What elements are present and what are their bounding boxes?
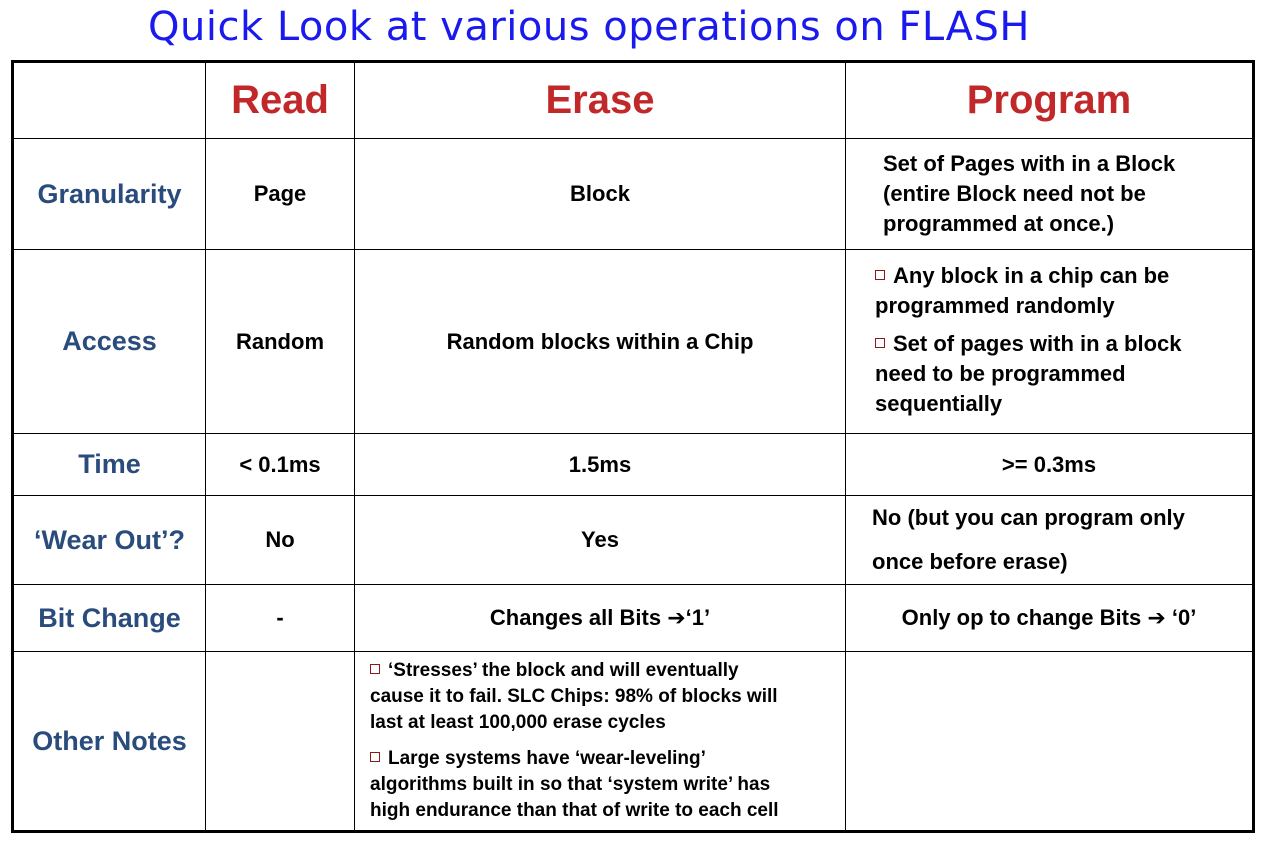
granularity-program-line: Set of Pages with in a Block — [883, 151, 1176, 176]
wear-out-program-line: No (but you can program only — [872, 505, 1185, 530]
bit-change-program: Only op to change Bits ➔ ‘0’ — [845, 584, 1254, 652]
row-label-granularity: Granularity — [12, 138, 206, 250]
table-row-time: Time < 0.1ms 1.5ms >= 0.3ms — [12, 433, 1254, 496]
granularity-erase: Block — [354, 138, 846, 250]
wear-out-program-line: once before erase) — [872, 549, 1068, 574]
slide-title: Quick Look at various operations on FLAS… — [148, 4, 1030, 50]
row-label-other-notes: Other Notes — [12, 651, 206, 832]
wear-out-read: No — [205, 495, 355, 585]
table-row-granularity: Granularity Page Block Set of Pages with… — [12, 138, 1254, 250]
empty-corner-cell — [12, 61, 206, 139]
bit-change-erase: Changes all Bits ➔‘1’ — [354, 584, 846, 652]
right-arrow-icon: ➔ — [1147, 605, 1166, 631]
access-program-bullet: Any block in a chip can be programmed ra… — [875, 262, 1170, 318]
granularity-read: Page — [205, 138, 355, 250]
row-label-access: Access — [12, 249, 206, 434]
checkbox-bullet-icon — [875, 269, 885, 280]
time-program: >= 0.3ms — [845, 433, 1254, 496]
column-header-program: Program — [845, 61, 1254, 139]
table-row-wear-out: ‘Wear Out’? No Yes No (but you can progr… — [12, 495, 1254, 585]
granularity-program-line: programmed at once.) — [883, 211, 1115, 236]
table-row-access: Access Random Random blocks within a Chi… — [12, 249, 1254, 434]
other-notes-erase: ‘Stresses’ the block and will eventually… — [354, 651, 846, 832]
wear-out-erase: Yes — [354, 495, 846, 585]
other-notes-read — [205, 651, 355, 832]
other-notes-erase-bullet: ‘Stresses’ the block and will eventually… — [370, 660, 778, 733]
other-notes-erase-bullet: Large systems have ‘wear-leveling’ algor… — [370, 748, 779, 821]
checkbox-bullet-icon — [875, 337, 885, 348]
wear-out-program: No (but you can program only once before… — [845, 495, 1254, 585]
table-row-other-notes: Other Notes ‘Stresses’ the block and wil… — [12, 651, 1254, 832]
flash-operations-table: Read Erase Program Granularity Page Bloc… — [11, 60, 1255, 833]
checkbox-bullet-icon — [370, 663, 380, 674]
other-notes-program — [845, 651, 1254, 832]
time-erase: 1.5ms — [354, 433, 846, 496]
time-read: < 0.1ms — [205, 433, 355, 496]
access-program-bullet: Set of pages with in a block need to be … — [875, 330, 1182, 416]
right-arrow-icon: ➔ — [667, 605, 686, 631]
header-row: Read Erase Program — [12, 61, 1254, 139]
granularity-program: Set of Pages with in a Block (entire Blo… — [845, 138, 1254, 250]
checkbox-bullet-icon — [370, 751, 380, 762]
access-read: Random — [205, 249, 355, 434]
bit-change-read: - — [205, 584, 355, 652]
granularity-program-line: (entire Block need not be — [883, 181, 1146, 206]
row-label-bit-change: Bit Change — [12, 584, 206, 652]
row-label-wear-out: ‘Wear Out’? — [12, 495, 206, 585]
column-header-read: Read — [205, 61, 355, 139]
column-header-erase: Erase — [354, 61, 846, 139]
row-label-time: Time — [12, 433, 206, 496]
table-row-bit-change: Bit Change - Changes all Bits ➔‘1’ Only … — [12, 584, 1254, 652]
access-program: Any block in a chip can be programmed ra… — [845, 249, 1254, 434]
access-erase: Random blocks within a Chip — [354, 249, 846, 434]
